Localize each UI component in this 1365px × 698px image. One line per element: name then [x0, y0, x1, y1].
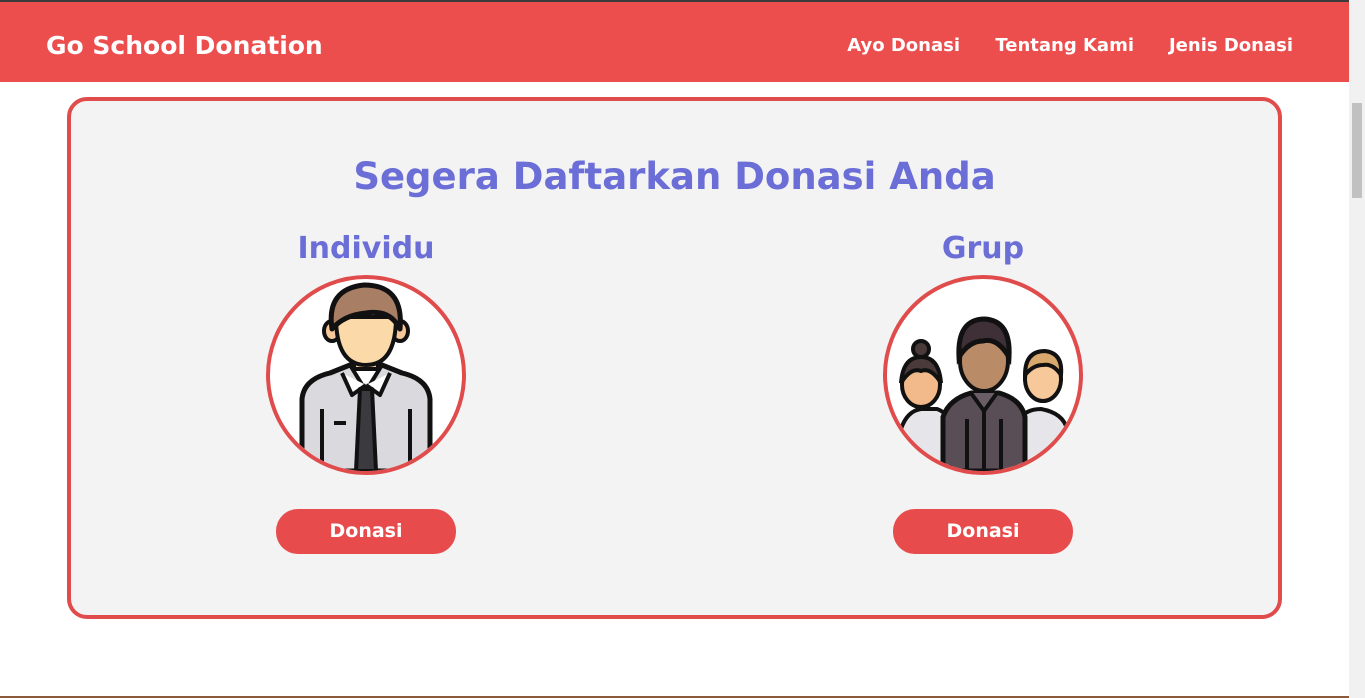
navbar: Go School Donation Ayo Donasi Tentang Ka… [0, 2, 1349, 82]
group-people-illustration [899, 316, 1069, 471]
donasi-button-individu[interactable]: Donasi [276, 509, 456, 554]
option-individu: Individu Donasi [256, 101, 476, 615]
nav-link-jenis-donasi[interactable]: Jenis Donasi [1169, 35, 1293, 56]
option-grup: Grup Donasi [873, 101, 1093, 615]
scrollbar-thumb[interactable] [1352, 103, 1362, 198]
nav-link-tentang-kami[interactable]: Tentang Kami [995, 35, 1134, 56]
individual-person-icon [266, 275, 466, 475]
page-title: Segera Daftarkan Donasi Anda [353, 155, 996, 198]
group-people-icon [883, 275, 1083, 475]
nav-link-ayo-donasi[interactable]: Ayo Donasi [847, 35, 960, 56]
individual-person-illustration [299, 282, 433, 471]
donation-registration-card: Segera Daftarkan Donasi Anda Individu Do… [67, 97, 1282, 619]
option-title-individu: Individu [297, 231, 435, 266]
option-title-grup: Grup [941, 231, 1025, 266]
vertical-scrollbar[interactable] [1349, 0, 1365, 698]
brand-logo-text[interactable]: Go School Donation [46, 31, 323, 60]
donasi-button-grup[interactable]: Donasi [893, 509, 1073, 554]
